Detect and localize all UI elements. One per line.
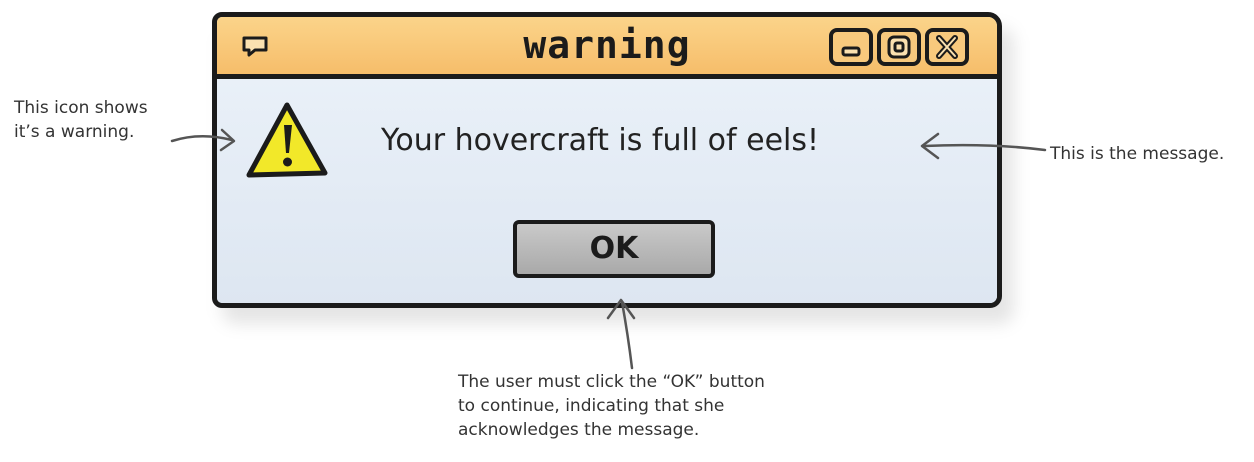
ok-annotation-line: The user must click the “OK” button xyxy=(458,372,765,392)
ok-button[interactable]: OK xyxy=(513,220,715,278)
warning-triangle-icon xyxy=(243,99,331,181)
minimize-button[interactable] xyxy=(829,28,873,66)
icon-annotation-line: it’s a warning. xyxy=(14,122,135,142)
maximize-button[interactable] xyxy=(877,28,921,66)
icon-annotation: This icon shows it’s a warning. xyxy=(14,96,148,144)
title-bar[interactable]: warning xyxy=(217,17,997,79)
annotated-dialog-illustration: warning Your hovercraft is full of eels!… xyxy=(0,0,1254,462)
close-button[interactable] xyxy=(925,28,969,66)
ok-button-annotation: The user must click the “OK” button to c… xyxy=(458,370,765,442)
dialog-body: Your hovercraft is full of eels! OK xyxy=(217,79,997,303)
warning-dialog: warning Your hovercraft is full of eels!… xyxy=(212,12,1002,308)
message-annotation: This is the message. xyxy=(1050,144,1225,164)
dialog-message: Your hovercraft is full of eels! xyxy=(381,123,820,158)
ok-annotation-line: to continue, indicating that she xyxy=(458,396,725,416)
icon-annotation-line: This icon shows xyxy=(14,98,148,118)
ok-annotation-line: acknowledges the message. xyxy=(458,420,700,440)
